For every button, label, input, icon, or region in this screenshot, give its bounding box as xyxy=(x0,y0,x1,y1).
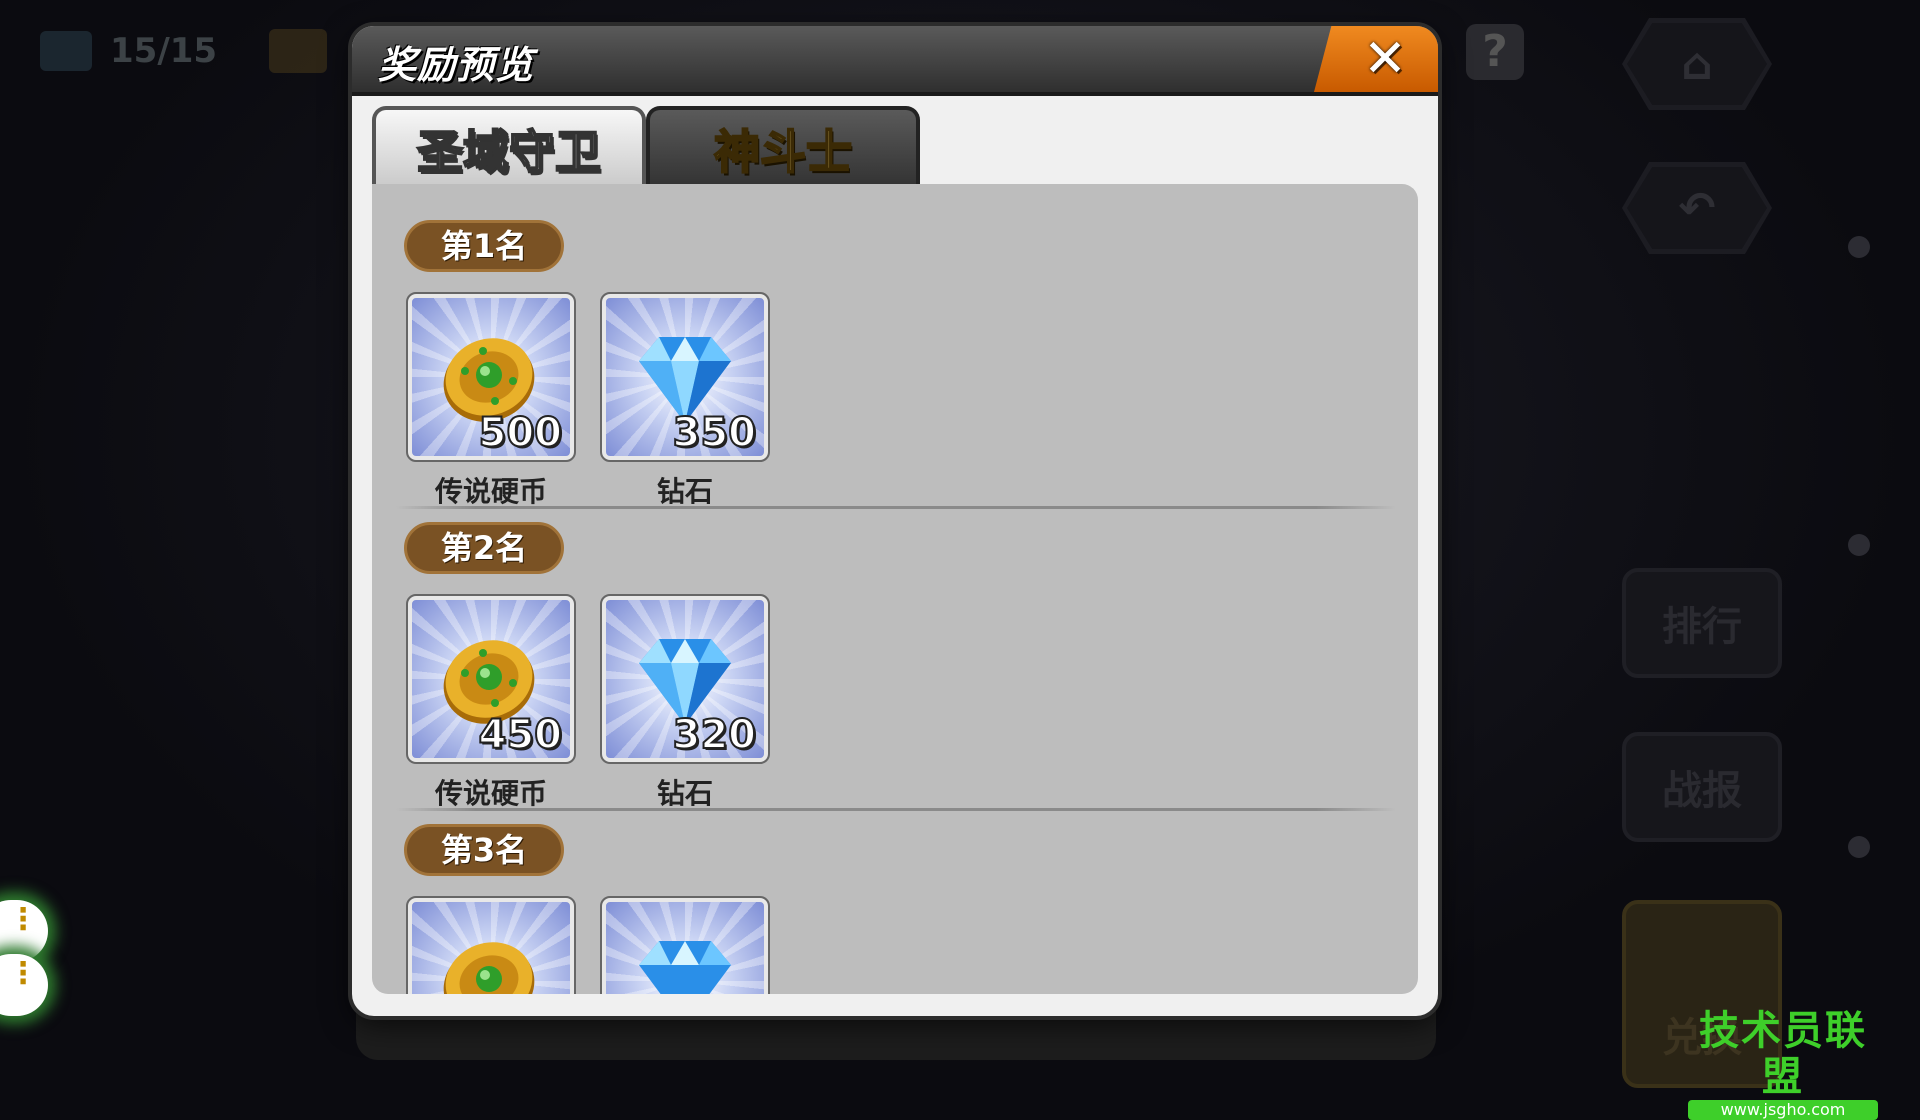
reward-icon-frame[interactable]: 350 xyxy=(600,292,770,462)
reward-icon-frame[interactable]: 450 xyxy=(406,594,576,764)
top-resource-bar: 15/15 xyxy=(40,28,328,74)
dots-icon: ⋮ xyxy=(8,902,38,937)
reward-item[interactable]: 500 传说硬币 xyxy=(406,292,576,510)
rank-divider xyxy=(396,808,1396,811)
reward-item[interactable] xyxy=(600,896,770,994)
back-button[interactable]: ↶ xyxy=(1622,162,1772,254)
dialog-titlebar: 奖励预览 ✕ xyxy=(352,26,1438,96)
rank-badge: 第1名 xyxy=(404,220,564,272)
back-arrow-icon: ↶ xyxy=(1678,182,1716,234)
reward-quantity: 450 xyxy=(478,711,563,758)
reward-item[interactable]: 320 钻石 xyxy=(600,594,770,812)
reward-item[interactable] xyxy=(406,896,576,994)
rank-badge: 第2名 xyxy=(404,522,564,574)
page-dot xyxy=(1848,534,1870,556)
watermark-title: 技术员联盟 xyxy=(1699,1008,1867,1100)
dots-icon: ⋮ xyxy=(8,956,38,991)
reward-quantity: 320 xyxy=(672,711,757,758)
tab-god-warrior[interactable]: 神斗士 xyxy=(646,106,920,188)
legend-coin-icon xyxy=(443,942,535,994)
close-icon: ✕ xyxy=(1363,29,1407,89)
tab-bar: 圣域守卫 神斗士 xyxy=(372,106,920,188)
reward-quantity: 500 xyxy=(478,409,563,456)
stamina-counter: 15/15 xyxy=(110,31,218,71)
home-button[interactable]: ⌂ xyxy=(1622,18,1772,110)
reward-item[interactable]: 450 传说硬币 xyxy=(406,594,576,812)
page-dot xyxy=(1848,236,1870,258)
help-icon[interactable]: ? xyxy=(1466,24,1524,80)
page-dot xyxy=(1848,836,1870,858)
diamond-icon xyxy=(639,941,731,994)
site-watermark: 技术员联盟 www.jsgho.com xyxy=(1688,1008,1878,1120)
battle-report-button[interactable]: 战报 xyxy=(1622,732,1782,842)
stamina-chest-icon xyxy=(40,31,92,71)
dialog-title: 奖励预览 xyxy=(378,43,535,87)
reward-icon-frame[interactable]: 500 xyxy=(406,292,576,462)
reward-item[interactable]: 350 钻石 xyxy=(600,292,770,510)
reward-name: 钻石 xyxy=(656,777,713,810)
reward-name: 传说硬币 xyxy=(434,475,547,508)
reward-list[interactable]: 第1名 500 传说硬币 350 钻石 第2名 450 传说硬币 320 钻石 … xyxy=(372,184,1418,994)
reward-quantity: 350 xyxy=(672,409,757,456)
reward-icon-frame[interactable]: 320 xyxy=(600,594,770,764)
treasure-box-icon xyxy=(269,29,328,73)
reward-icon-frame[interactable] xyxy=(600,896,770,994)
reward-name: 传说硬币 xyxy=(434,777,547,810)
reward-preview-dialog: 奖励预览 ✕ 圣域守卫 神斗士 第1名 500 传说硬币 350 钻石 第2名 … xyxy=(352,26,1438,1016)
rank-divider xyxy=(396,506,1396,509)
close-button[interactable]: ✕ xyxy=(1314,26,1438,92)
ranking-button[interactable]: 排行 xyxy=(1622,568,1782,678)
watermark-url: www.jsgho.com xyxy=(1688,1100,1878,1120)
tab-sanctuary-guard[interactable]: 圣域守卫 xyxy=(372,106,646,188)
rank-badge: 第3名 xyxy=(404,824,564,876)
reward-name: 钻石 xyxy=(656,475,713,508)
reward-icon-frame[interactable] xyxy=(406,896,576,994)
home-icon: ⌂ xyxy=(1681,38,1713,90)
